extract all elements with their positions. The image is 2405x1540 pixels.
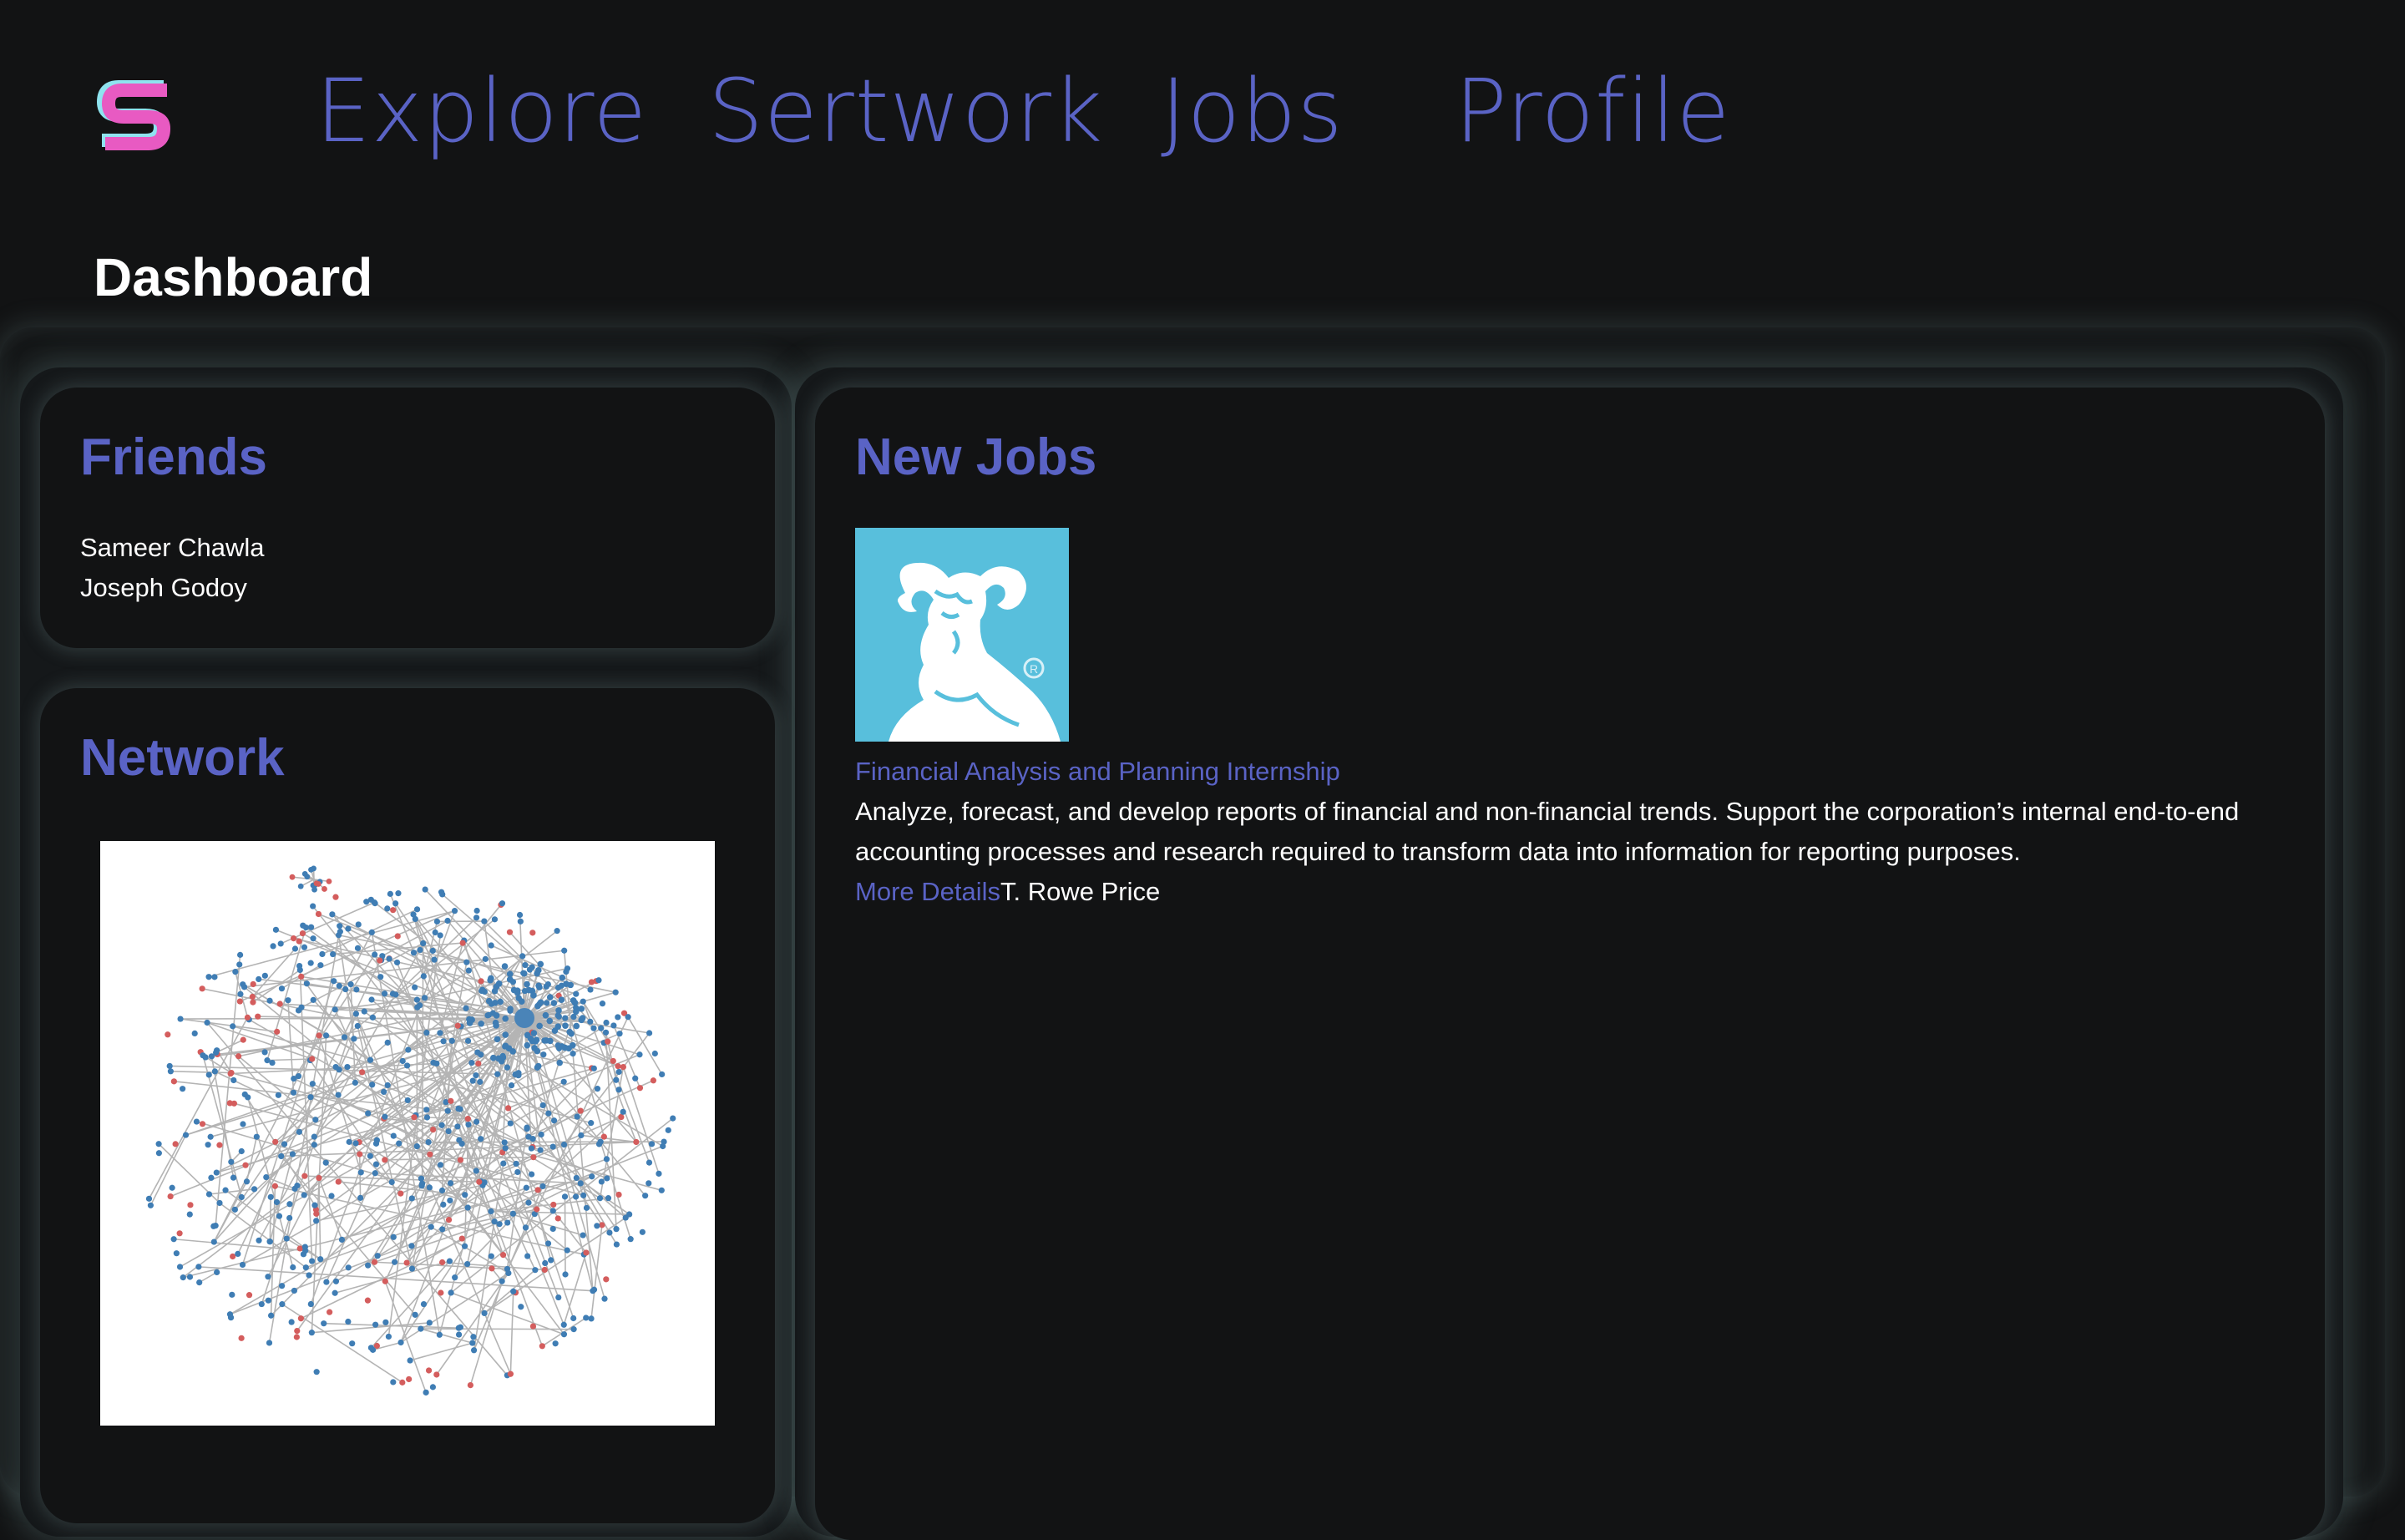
nav-explore[interactable]: Explore: [316, 57, 647, 165]
friends-title: Friends: [80, 424, 267, 491]
job-title-link[interactable]: Financial Analysis and Planning Internsh…: [855, 752, 1340, 792]
nav-jobs[interactable]: Jobs: [1161, 57, 1344, 165]
network-card: Network: [40, 688, 775, 1523]
nav-sertwork[interactable]: Sertwork: [708, 57, 1103, 165]
nav-profile[interactable]: Profile: [1455, 57, 1730, 165]
s-logo-icon: [94, 73, 172, 152]
job-description: Analyze, forecast, and develop reports o…: [855, 792, 2300, 872]
sertwork-logo[interactable]: [94, 73, 172, 152]
network-graph-image: [100, 841, 715, 1426]
friends-list: Sameer Chawla Joseph Godoy: [80, 528, 265, 608]
new-jobs-card: New Jobs R Financial Analysis and Planni…: [815, 388, 2325, 1540]
company-logo: R: [855, 528, 1069, 742]
network-title: Network: [80, 725, 285, 792]
network-graph: [100, 841, 715, 1426]
more-details-link[interactable]: More Details: [855, 877, 1000, 906]
friend-item[interactable]: Sameer Chawla: [80, 528, 265, 568]
page-title: Dashboard: [94, 244, 372, 311]
job-footer: More DetailsT. Rowe Price: [855, 872, 1160, 912]
friend-item[interactable]: Joseph Godoy: [80, 568, 265, 608]
new-jobs-title: New Jobs: [855, 424, 1096, 491]
friends-card: Friends Sameer Chawla Joseph Godoy: [40, 388, 775, 648]
ram-logo-icon: R: [855, 528, 1069, 742]
company-name: T. Rowe Price: [1000, 877, 1160, 906]
top-navigation: Explore Sertwork Jobs Profile: [0, 0, 2405, 217]
svg-text:R: R: [1030, 662, 1038, 676]
